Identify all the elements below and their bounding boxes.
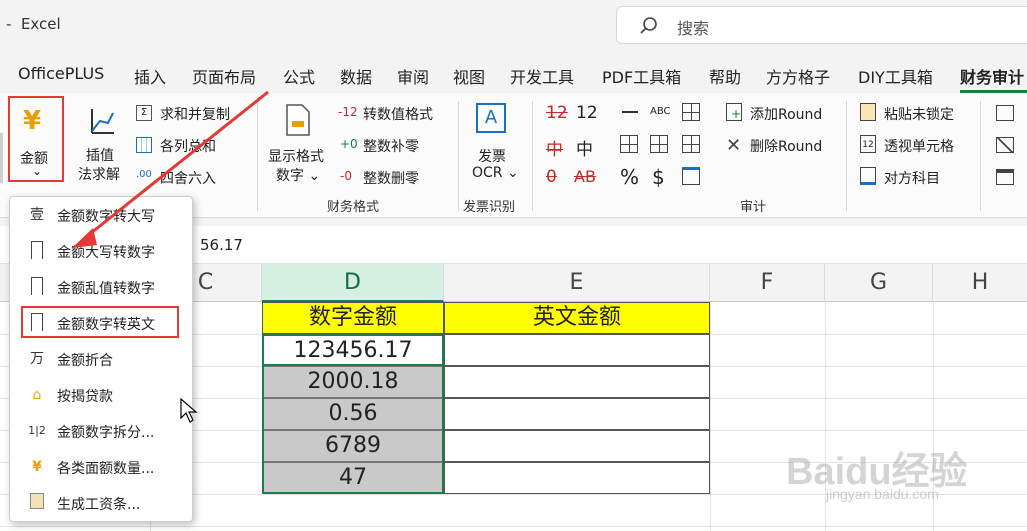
watermark-url: jingyan.baidu.com <box>826 486 939 502</box>
mouse-cursor-icon <box>180 398 198 423</box>
watermark: Baidu经验 jingyan.baidu.com <box>786 440 986 520</box>
